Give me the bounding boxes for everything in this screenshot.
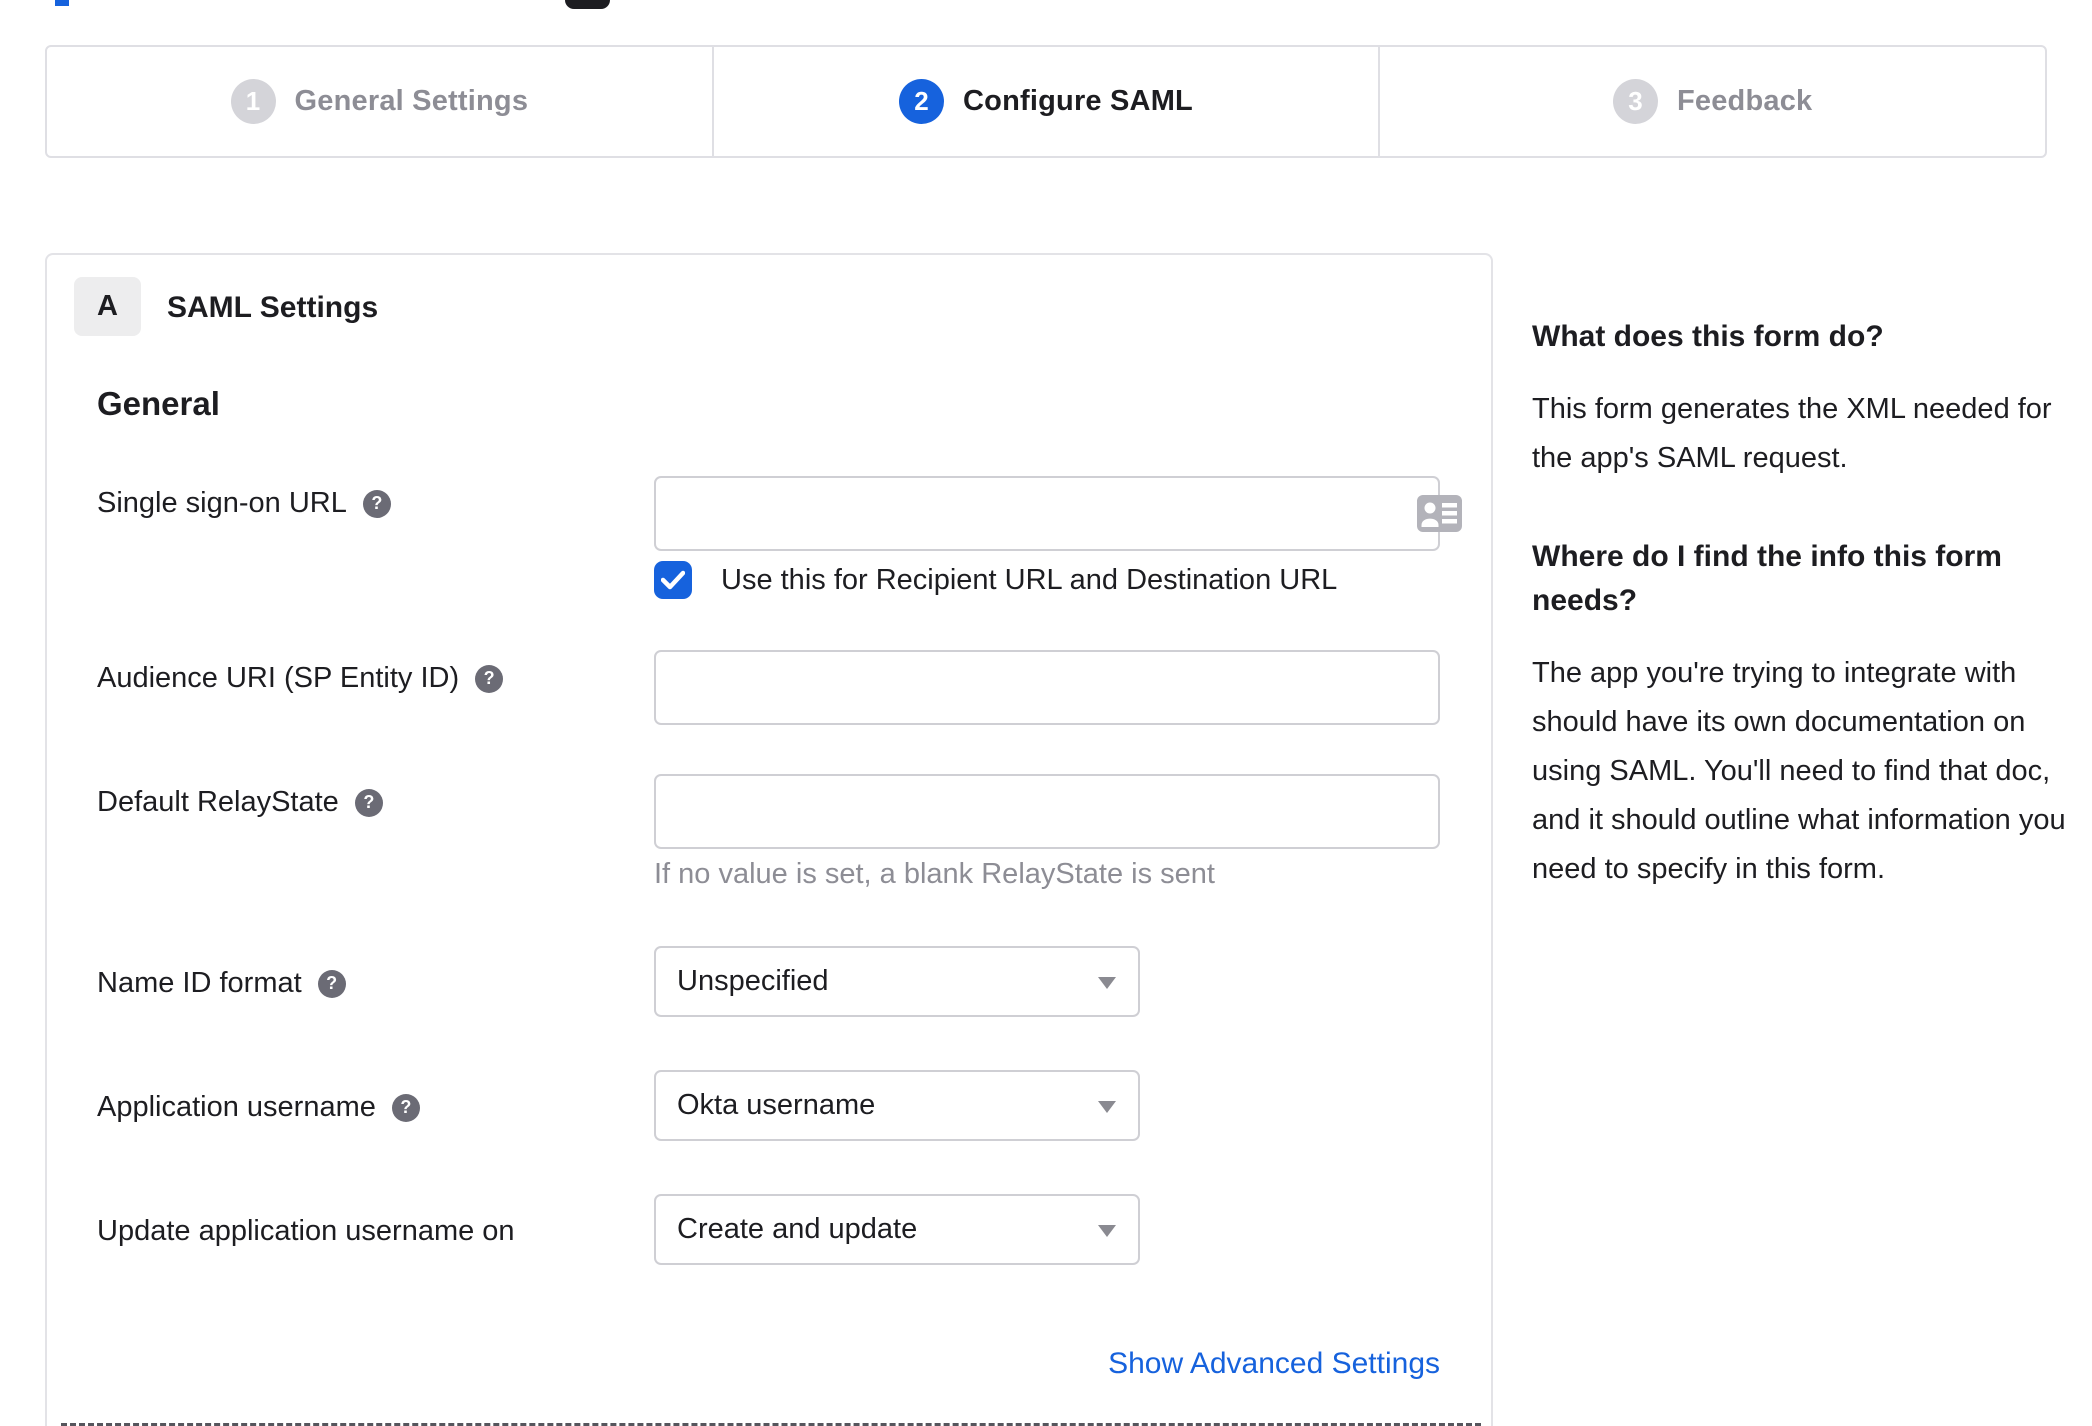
step-general-settings[interactable]: 1 General Settings (47, 47, 712, 156)
cropped-header-artifact-blue (55, 0, 69, 6)
update-username-select[interactable]: Create and update (654, 1194, 1140, 1265)
audience-uri-label-text: Audience URI (SP Entity ID) (97, 662, 460, 694)
step-number-badge: 1 (230, 79, 276, 124)
update-username-label: Update application username on (97, 1215, 515, 1248)
recipient-url-checkbox-row: Use this for Recipient URL and Destinati… (654, 561, 1337, 599)
help-icon[interactable]: ? (354, 788, 383, 817)
audience-uri-label: Audience URI (SP Entity ID) ? (97, 662, 504, 695)
help-sidebar: What does this form do? This form genera… (1532, 315, 2080, 894)
panel-title: SAML Settings (167, 291, 379, 324)
general-heading: General (97, 385, 220, 422)
cropped-header-artifact-dark (565, 0, 610, 9)
checkmark-icon (661, 570, 685, 590)
show-advanced-settings-link[interactable]: Show Advanced Settings (654, 1347, 1440, 1381)
help-section-what: What does this form do? This form genera… (1532, 315, 2080, 483)
help-body: This form generates the XML needed for t… (1532, 393, 2052, 474)
section-a-badge: A (74, 277, 141, 336)
name-id-format-value: Unspecified (677, 965, 829, 997)
help-body: The app you're trying to integrate with … (1532, 657, 2066, 885)
update-username-label-text: Update application username on (97, 1215, 515, 1247)
recipient-url-checkbox[interactable] (654, 561, 692, 599)
update-username-value: Create and update (677, 1213, 918, 1245)
step-label: General Settings (294, 85, 529, 117)
step-number-badge: 2 (899, 79, 945, 124)
help-icon[interactable]: ? (391, 1093, 420, 1122)
application-username-label-text: Application username (97, 1091, 376, 1123)
help-heading: What does this form do? (1532, 320, 1884, 353)
sso-url-label: Single sign-on URL ? (97, 487, 391, 520)
wizard-stepper: 1 General Settings 2 Configure SAML 3 Fe… (45, 45, 2047, 158)
relaystate-helper-text: If no value is set, a blank RelayState i… (654, 858, 1215, 890)
step-label: Feedback (1676, 85, 1813, 117)
step-feedback[interactable]: 3 Feedback (1378, 47, 2045, 156)
application-username-value: Okta username (677, 1089, 876, 1121)
relaystate-label-text: Default RelayState (97, 786, 339, 818)
chevron-down-icon (1098, 1100, 1116, 1113)
application-username-label: Application username ? (97, 1091, 420, 1124)
application-username-select[interactable]: Okta username (654, 1070, 1140, 1141)
help-icon[interactable]: ? (362, 489, 391, 518)
saml-settings-panel: A SAML Settings General Single sign-on U… (45, 253, 1493, 1426)
relaystate-label: Default RelayState ? (97, 786, 383, 819)
help-icon[interactable]: ? (475, 664, 504, 693)
sso-url-label-text: Single sign-on URL (97, 487, 347, 519)
name-id-format-label: Name ID format ? (97, 967, 346, 1000)
name-id-format-select[interactable]: Unspecified (654, 946, 1140, 1017)
relaystate-input[interactable] (654, 774, 1440, 849)
recipient-url-checkbox-label: Use this for Recipient URL and Destinati… (721, 563, 1338, 596)
help-heading: Where do I find the info this form needs… (1532, 540, 2002, 617)
chevron-down-icon (1098, 976, 1116, 989)
name-id-format-label-text: Name ID format (97, 967, 302, 999)
step-configure-saml[interactable]: 2 Configure SAML (711, 47, 1379, 156)
step-number-badge: 3 (1612, 79, 1658, 124)
audience-uri-input[interactable] (654, 650, 1440, 725)
help-section-where: Where do I find the info this form needs… (1532, 535, 2080, 894)
help-icon[interactable]: ? (317, 969, 346, 998)
sso-url-input[interactable] (654, 476, 1440, 551)
chevron-down-icon (1098, 1224, 1116, 1237)
step-label: Configure SAML (963, 85, 1193, 117)
